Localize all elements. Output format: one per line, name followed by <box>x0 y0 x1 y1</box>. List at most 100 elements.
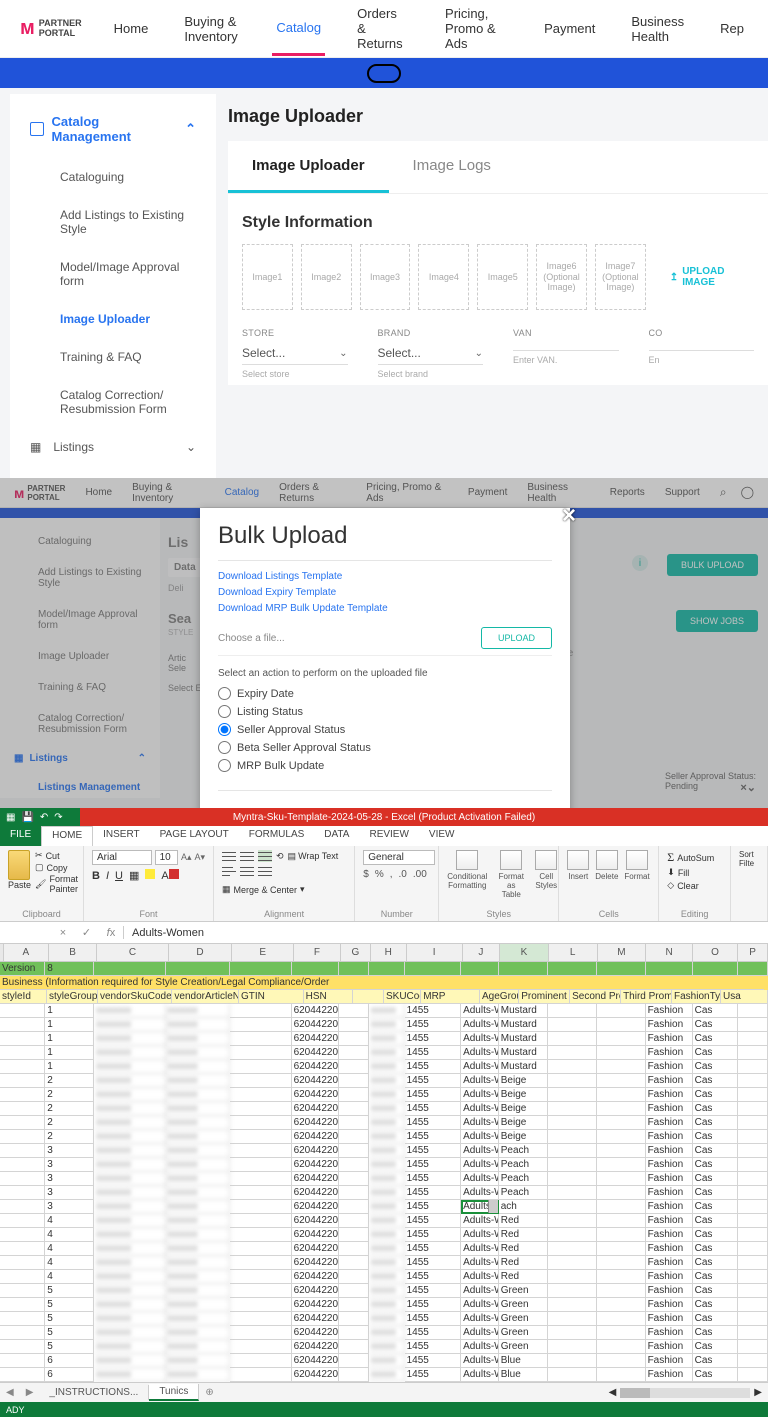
image-slot-7[interactable]: Image7 (Optional Image) <box>595 244 646 310</box>
cell[interactable]: 5 <box>45 1340 94 1354</box>
cell[interactable]: Adults-Wome <box>461 1298 499 1312</box>
orientation-icon[interactable]: ⟲ <box>276 851 284 862</box>
cell[interactable] <box>738 1368 768 1382</box>
cell[interactable] <box>548 1046 597 1060</box>
cell[interactable] <box>0 1158 45 1172</box>
cell[interactable] <box>548 1340 597 1354</box>
cell[interactable]: Adults-Wome <box>461 1340 499 1354</box>
cell[interactable]: xxxxxx <box>166 1172 230 1186</box>
cell[interactable] <box>597 1032 646 1046</box>
sidebar-catalog-header[interactable]: Catalog Management ⌃ <box>10 106 216 158</box>
cell[interactable] <box>548 1144 597 1158</box>
radio-input[interactable] <box>218 705 231 718</box>
cell[interactable] <box>597 1116 646 1130</box>
col-header-E[interactable]: E <box>232 944 294 962</box>
cell[interactable]: xxxxxxx <box>94 1242 165 1256</box>
cell[interactable]: Cas <box>693 1102 738 1116</box>
sidebar-training[interactable]: Training & FAQ <box>10 338 216 376</box>
cell[interactable]: xxxxx <box>369 1186 405 1200</box>
align-center-icon[interactable] <box>240 865 254 877</box>
cell[interactable]: Green <box>499 1312 548 1326</box>
cell[interactable]: ach <box>499 1200 548 1214</box>
spreadsheet-grid[interactable]: ABCDEFGHIJKLMNOP Version8Business (Infor… <box>0 944 768 1382</box>
hscroll-left[interactable]: ◀ <box>609 1387 617 1398</box>
cell[interactable] <box>548 1004 597 1018</box>
sheet-instructions[interactable]: _INSTRUCTIONS... <box>39 1385 149 1400</box>
grid-row[interactable]: 1xxxxxxxxxxxxx62044220xxxxx1455Adults-Wo… <box>0 1060 768 1074</box>
delete-cells-button[interactable]: Delete <box>595 850 618 881</box>
cell[interactable] <box>230 1368 292 1382</box>
cell[interactable] <box>738 1284 768 1298</box>
cell[interactable]: Fashion <box>646 1060 693 1074</box>
increase-font-icon[interactable]: A▴ <box>181 852 192 863</box>
cell[interactable] <box>0 1032 45 1046</box>
cell[interactable]: 62044220 <box>292 1004 339 1018</box>
cell[interactable]: 5 <box>45 1312 94 1326</box>
cell[interactable]: xxxxxx <box>166 1060 230 1074</box>
cell[interactable]: Cas <box>693 1368 738 1382</box>
cell[interactable]: SKUCode <box>384 990 421 1004</box>
cell[interactable]: Red <box>499 1214 548 1228</box>
cell[interactable]: xxxxxx <box>166 1256 230 1270</box>
cell[interactable]: Cas <box>693 1312 738 1326</box>
col-header-N[interactable]: N <box>646 944 693 962</box>
cell[interactable]: styleId <box>0 990 47 1004</box>
cell[interactable]: Fashion <box>646 1116 693 1130</box>
cell[interactable] <box>339 1074 369 1088</box>
cell[interactable]: Cas <box>693 1270 738 1284</box>
cell[interactable] <box>548 1186 597 1200</box>
radio-expiry-date[interactable]: Expiry Date <box>218 687 552 700</box>
cell[interactable] <box>738 1074 768 1088</box>
cell[interactable]: Cas <box>693 1032 738 1046</box>
cell[interactable]: 1455 <box>405 1186 461 1200</box>
cell[interactable] <box>597 1060 646 1074</box>
cell[interactable]: Fashion <box>646 1340 693 1354</box>
grid-row[interactable]: 1xxxxxxxxxxxxx62044220xxxxx1455Adults-Wo… <box>0 1046 768 1060</box>
field-input[interactable] <box>649 338 755 351</box>
cell[interactable]: xxxxxxx <box>94 1172 165 1186</box>
cell[interactable]: Fashion <box>646 1298 693 1312</box>
cell[interactable] <box>230 1326 292 1340</box>
nav-health[interactable]: Business Health <box>627 0 688 62</box>
cell[interactable] <box>0 1242 45 1256</box>
cell[interactable]: xxxxxxx <box>94 1032 165 1046</box>
cell[interactable]: Usa <box>721 990 768 1004</box>
cell[interactable] <box>738 1256 768 1270</box>
cell[interactable] <box>597 1214 646 1228</box>
cell[interactable]: xxxxxx <box>166 1102 230 1116</box>
col-header-J[interactable]: J <box>463 944 500 962</box>
font-name-select[interactable]: Arial <box>92 850 152 865</box>
cell[interactable] <box>597 1130 646 1144</box>
cell[interactable] <box>738 1032 768 1046</box>
grid-row[interactable]: 2xxxxxxxxxxxxx62044220xxxxx1455Adults-Wo… <box>0 1074 768 1088</box>
cell[interactable] <box>597 1172 646 1186</box>
cell[interactable]: Second Promi <box>570 990 621 1004</box>
currency-icon[interactable]: $ <box>363 869 369 880</box>
radio-input[interactable] <box>218 687 231 700</box>
bold-button[interactable]: B <box>92 870 100 882</box>
cell[interactable]: 62044220 <box>292 1256 339 1270</box>
cell[interactable]: 1 <box>45 1018 94 1032</box>
cell[interactable] <box>339 1284 369 1298</box>
fill-color-button[interactable] <box>145 869 155 882</box>
cell[interactable]: GTIN <box>239 990 304 1004</box>
field-input[interactable]: Select...⌄ <box>242 338 348 365</box>
cell[interactable]: xxxxxxx <box>94 1144 165 1158</box>
cell[interactable]: 1 <box>45 1032 94 1046</box>
cell[interactable] <box>0 1060 45 1074</box>
cell[interactable]: Green <box>499 1326 548 1340</box>
tab-data[interactable]: DATA <box>314 826 359 846</box>
cell[interactable]: 2 <box>45 1130 94 1144</box>
cell[interactable]: 62044220 <box>292 1284 339 1298</box>
cell[interactable] <box>230 1116 292 1130</box>
cell[interactable]: Adults-Wome <box>461 1256 499 1270</box>
cell[interactable] <box>292 962 339 976</box>
col-header-F[interactable]: F <box>294 944 341 962</box>
cell[interactable]: 2 <box>45 1074 94 1088</box>
cell[interactable] <box>230 1032 292 1046</box>
conditional-fmt-button[interactable]: Conditional Formatting <box>447 850 487 899</box>
cell[interactable] <box>0 1186 45 1200</box>
comma-icon[interactable]: , <box>390 869 393 880</box>
cell[interactable] <box>738 1046 768 1060</box>
cell[interactable]: Green <box>499 1298 548 1312</box>
